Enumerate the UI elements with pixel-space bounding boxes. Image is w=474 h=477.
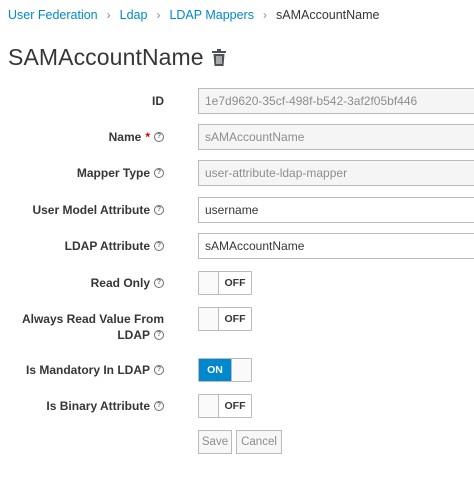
breadcrumb-separator: › [262,8,267,22]
form-row-user-model-attribute: User Model Attribute ? username [0,197,474,223]
help-icon[interactable]: ? [154,330,164,340]
required-marker: * [145,130,150,144]
help-icon[interactable]: ? [154,278,164,288]
breadcrumb-ldap[interactable]: Ldap [120,8,148,22]
save-button[interactable]: Save [198,430,232,454]
ldap-attribute-label: LDAP Attribute ? [65,238,164,254]
is-mandatory-label: Is Mandatory In LDAP ? [26,362,164,378]
name-field: sAMAccountName [198,124,474,150]
read-only-toggle[interactable]: OFF [198,271,252,295]
page-title: SAMAccountName [8,44,204,70]
form-row-name: Name * ? sAMAccountName [0,124,474,150]
ldap-attribute-input[interactable]: sAMAccountName [198,233,474,259]
name-label-text: Name [108,130,142,144]
is-binary-label: Is Binary Attribute ? [46,398,164,414]
id-label: ID [152,93,164,109]
form-row-is-mandatory: Is Mandatory In LDAP ? ON [0,358,474,382]
toggle-knob [199,308,219,330]
toggle-state: OFF [224,277,246,289]
is-mandatory-toggle[interactable]: ON [198,358,252,382]
mapper-type-field: user-attribute-ldap-mapper [198,160,474,186]
help-icon[interactable]: ? [154,365,164,375]
form-row-read-only: Read Only ? OFF [0,271,474,295]
toggle-state: OFF [224,400,246,412]
form-row-ldap-attribute: LDAP Attribute ? sAMAccountName [0,233,474,259]
toggle-state: ON [199,359,231,381]
cancel-button[interactable]: Cancel [236,430,282,454]
id-label-text: ID [152,94,164,108]
always-read-label-line2: LDAP [117,328,150,342]
help-icon[interactable]: ? [154,401,164,411]
toggle-knob [231,359,251,381]
breadcrumb-ldap-mappers[interactable]: LDAP Mappers [169,8,254,22]
id-field: 1e7d9620-35cf-498f-b542-3af2f05bf446 [198,88,474,114]
mapper-type-label-text: Mapper Type [76,166,150,180]
always-read-label-line1: Always Read Value From [21,312,164,326]
help-icon[interactable]: ? [154,205,164,215]
toggle-state: OFF [224,313,246,325]
form-row-always-read: Always Read Value From LDAP ? OFF [0,307,474,343]
page-header: SAMAccountName [8,44,226,71]
is-binary-label-text: Is Binary Attribute [46,399,150,413]
user-model-attribute-input[interactable]: username [198,197,474,223]
breadcrumb-user-federation[interactable]: User Federation [8,8,98,22]
form-row-mapper-type: Mapper Type ? user-attribute-ldap-mapper [0,160,474,186]
ldap-attribute-label-text: LDAP Attribute [64,239,150,253]
user-model-attribute-label: User Model Attribute ? [32,202,164,218]
user-model-attribute-label-text: User Model Attribute [32,203,150,217]
trash-icon[interactable] [211,49,226,66]
always-read-label: Always Read Value From LDAP ? [22,311,164,343]
toggle-knob [199,272,219,294]
read-only-label: Read Only ? [91,275,164,291]
form-row-id: ID 1e7d9620-35cf-498f-b542-3af2f05bf446 [0,88,474,114]
mapper-type-label: Mapper Type ? [77,165,164,181]
breadcrumb-current: sAMAccountName [275,8,380,22]
breadcrumb-separator: › [156,8,161,22]
form-row-is-binary: Is Binary Attribute ? OFF [0,394,474,418]
help-icon[interactable]: ? [154,132,164,142]
always-read-toggle[interactable]: OFF [198,307,252,331]
toggle-knob [199,395,219,417]
name-label: Name * ? [109,129,164,145]
read-only-label-text: Read Only [90,276,150,290]
help-icon[interactable]: ? [154,168,164,178]
is-mandatory-label-text: Is Mandatory In LDAP [25,363,150,377]
breadcrumb-separator: › [106,8,111,22]
is-binary-toggle[interactable]: OFF [198,394,252,418]
breadcrumb: User Federation › Ldap › LDAP Mappers › … [8,8,380,22]
help-icon[interactable]: ? [154,241,164,251]
